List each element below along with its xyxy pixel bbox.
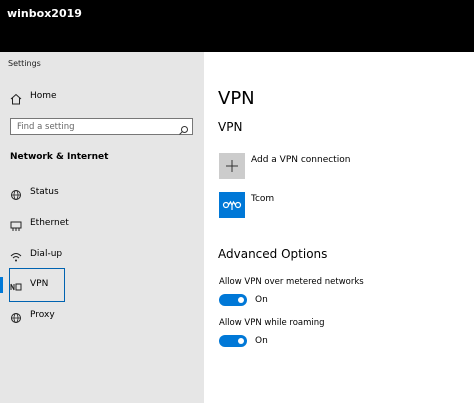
dialup-icon xyxy=(9,249,23,263)
sidebar-item-ethernet[interactable]: Ethernet xyxy=(0,213,204,237)
roaming-option-label: Allow VPN while roaming xyxy=(219,318,325,328)
sidebar-item-label: Dial-up xyxy=(30,249,63,259)
metered-toggle[interactable] xyxy=(219,294,247,306)
sidebar-item-status[interactable]: Status xyxy=(0,182,204,206)
sidebar-item-label: Home xyxy=(30,91,57,101)
ethernet-icon xyxy=(9,218,23,232)
metered-option-label: Allow VPN over metered networks xyxy=(219,277,364,287)
title-bar: winbox2019 xyxy=(0,0,474,52)
sidebar-item-label: Status xyxy=(30,187,59,197)
vpn-connection-tile[interactable] xyxy=(219,192,245,218)
roaming-toggle[interactable] xyxy=(219,335,247,347)
toggle-knob xyxy=(238,338,244,344)
vpn-connection-name[interactable]: Tcom xyxy=(251,194,274,204)
page-title: VPN xyxy=(218,88,255,109)
sidebar: Settings Home Network & Internet Status … xyxy=(0,52,204,403)
advanced-options-title: Advanced Options xyxy=(218,247,328,261)
vpn-connection-icon xyxy=(222,200,242,210)
sidebar-item-vpn[interactable]: VPN xyxy=(0,274,204,298)
search-icon[interactable] xyxy=(178,121,189,135)
sidebar-item-dial-up[interactable]: Dial-up xyxy=(0,244,204,268)
sidebar-item-label: Proxy xyxy=(30,310,55,320)
globe-status-icon xyxy=(9,187,23,201)
sidebar-item-label: Ethernet xyxy=(30,218,69,228)
sidebar-item-proxy[interactable]: Proxy xyxy=(0,305,204,329)
sidebar-item-label: VPN xyxy=(30,279,49,289)
sidebar-item-home[interactable]: Home xyxy=(0,86,204,110)
vpn-icon xyxy=(9,279,23,293)
main-panel: VPN VPN Add a VPN connection Tcom Advanc… xyxy=(204,52,474,403)
section-title: VPN xyxy=(218,120,243,134)
section-header: Network & Internet xyxy=(10,152,109,162)
window-title: winbox2019 xyxy=(7,7,82,20)
toggle-knob xyxy=(238,297,244,303)
settings-app-label: Settings xyxy=(8,59,41,68)
roaming-toggle-state: On xyxy=(255,336,268,346)
plus-icon xyxy=(226,160,238,172)
home-icon xyxy=(9,91,23,105)
search-input[interactable] xyxy=(17,120,167,133)
globe-icon xyxy=(9,310,23,324)
search-box[interactable] xyxy=(10,118,193,135)
metered-toggle-state: On xyxy=(255,295,268,305)
add-vpn-button[interactable] xyxy=(219,153,245,179)
add-vpn-label[interactable]: Add a VPN connection xyxy=(251,155,350,165)
